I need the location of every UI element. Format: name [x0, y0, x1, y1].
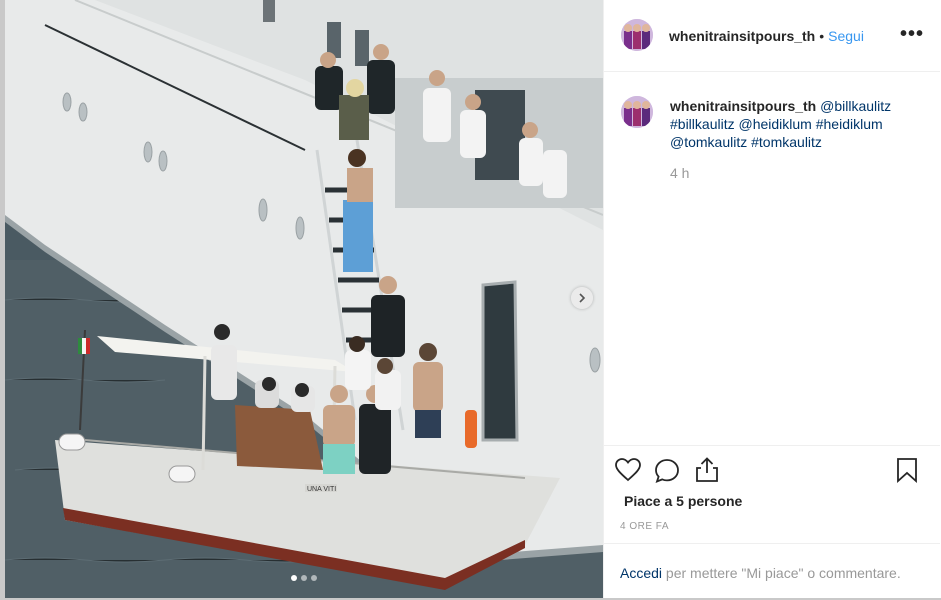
comment-icon[interactable] — [654, 458, 680, 484]
separator-dot: • — [819, 28, 825, 44]
username-link[interactable]: whenitrainsitpours_th — [669, 28, 815, 44]
post-time-ago[interactable]: 4 ORE FA — [620, 521, 669, 532]
chevron-right-icon — [579, 293, 586, 303]
heart-icon[interactable] — [615, 458, 641, 482]
post-photo[interactable]: UNA VITI — [5, 0, 603, 598]
avatar-image — [621, 19, 653, 51]
follow-button[interactable]: Segui — [828, 28, 864, 44]
carousel-dot — [311, 575, 317, 581]
login-prompt-text: Accedi per mettere "Mi piace" o commenta… — [620, 565, 901, 581]
login-prompt-rest: per mettere "Mi piace" o commentare. — [662, 565, 901, 581]
caption-timestamp[interactable]: 4 h — [670, 165, 689, 181]
avatar[interactable] — [621, 19, 653, 51]
login-link[interactable]: Accedi — [620, 565, 662, 581]
mention-link[interactable]: @tomkaulitz — [670, 134, 747, 150]
post-sidebar: whenitrainsitpours_th • Segui ••• whenitra… — [603, 0, 940, 598]
caption-avatar[interactable] — [621, 96, 653, 128]
avatar-image — [621, 96, 653, 128]
hashtag-link[interactable]: #heidiklum — [816, 116, 883, 132]
login-prompt: Accedi per mettere "Mi piace" o commenta… — [604, 543, 940, 599]
mention-link[interactable]: @billkaulitz — [820, 98, 891, 114]
post-header: whenitrainsitpours_th • Segui ••• — [604, 0, 940, 72]
more-options-button[interactable]: ••• — [900, 24, 924, 44]
mention-link[interactable]: @heidiklum — [738, 116, 811, 132]
share-icon[interactable] — [695, 457, 719, 483]
likes-count[interactable]: Piace a 5 persone — [624, 493, 742, 509]
yacht-scene-image: UNA VITI — [5, 0, 603, 598]
post-caption: whenitrainsitpours_th @billkaulitz #bill… — [670, 97, 920, 151]
carousel-dot — [301, 575, 307, 581]
hashtag-link[interactable]: #billkaulitz — [670, 116, 735, 132]
carousel-dot — [291, 575, 297, 581]
carousel-indicator — [5, 575, 603, 581]
bookmark-icon[interactable] — [896, 457, 918, 483]
carousel-next-button[interactable] — [571, 287, 593, 309]
hashtag-link[interactable]: #tomkaulitz — [751, 134, 822, 150]
caption-username-link[interactable]: whenitrainsitpours_th — [670, 98, 816, 114]
boat-name-text: UNA VITI — [307, 486, 336, 493]
